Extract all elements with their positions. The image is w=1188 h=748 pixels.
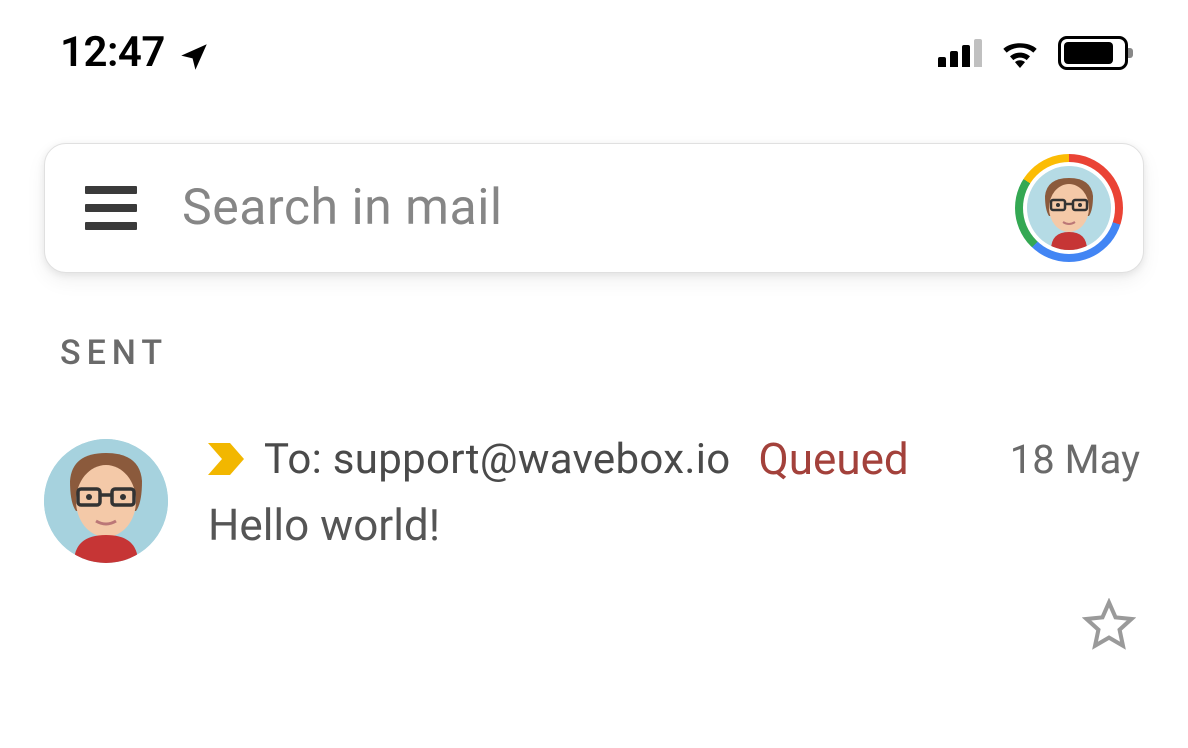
email-list-item[interactable]: To: support@wavebox.io Queued 18 May Hel… <box>0 373 1188 563</box>
battery-icon <box>1058 36 1128 70</box>
status-bar: 12:47 <box>0 0 1188 105</box>
email-date: 18 May <box>1010 436 1144 483</box>
sender-avatar <box>44 439 168 563</box>
star-button[interactable] <box>1082 598 1136 656</box>
to-prefix: To: <box>264 435 322 484</box>
to-address: support@wavebox.io <box>333 435 731 484</box>
recipient-line: To: support@wavebox.io <box>264 435 730 484</box>
account-avatar-button[interactable] <box>1015 154 1123 262</box>
email-content: To: support@wavebox.io Queued 18 May Hel… <box>208 433 1144 551</box>
folder-label: SENT <box>60 333 1188 373</box>
search-bar[interactable]: Search in mail <box>44 143 1144 273</box>
status-time-group: 12:47 <box>60 28 211 77</box>
star-icon <box>1082 598 1136 652</box>
location-icon <box>177 36 211 70</box>
menu-icon[interactable] <box>85 186 137 230</box>
email-header-line: To: support@wavebox.io Queued 18 May <box>208 433 1144 485</box>
search-placeholder: Search in mail <box>182 179 970 237</box>
avatar-icon <box>1027 166 1111 250</box>
importance-marker-icon[interactable] <box>208 443 244 475</box>
wifi-icon <box>1000 38 1040 68</box>
queue-status: Queued <box>758 433 908 485</box>
email-subject: Hello world! <box>208 499 1144 551</box>
clock-time: 12:47 <box>60 28 165 77</box>
status-indicators <box>938 36 1128 70</box>
cellular-signal-icon <box>938 39 982 67</box>
